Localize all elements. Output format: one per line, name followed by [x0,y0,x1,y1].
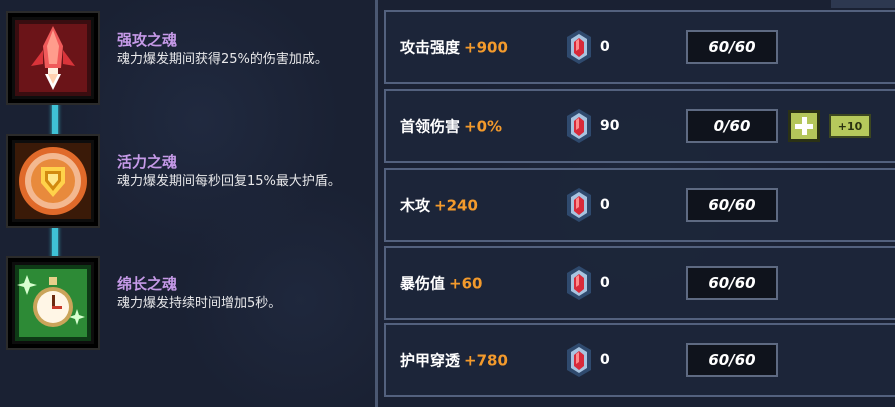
gem-count: 0 [600,197,610,213]
stopwatch-icon[interactable] [6,256,100,350]
stat-row-armor-penetration: 护甲穿透 +780 0 60/60 [384,323,895,397]
panel-divider [375,0,378,407]
stat-name: 护甲穿透 [400,351,461,370]
stat-bonus: +240 [434,196,478,215]
plus-icon [801,117,807,135]
stat-name: 首领伤害 [400,117,461,136]
stat-label: 木攻 +240 [400,195,478,216]
skill-title: 强攻之魂 [117,31,178,49]
skill-connector [52,224,58,262]
stat-row-boss-damage: 首领伤害 +0% 90 0/60 +10 [384,89,895,163]
stat-level: 60/60 [686,343,778,377]
stat-name: 暴伤值 [400,274,446,293]
skill-connector [52,100,58,140]
stat-upgrade-list: 攻击强度 +900 0 60/60 首领伤害 +0% 90 0/60 +10 木… [384,0,895,407]
stat-row-crit-damage: 暴伤值 +60 0 60/60 [384,246,895,320]
skill-title: 绵长之魂 [117,275,178,293]
stat-level: 60/60 [686,30,778,64]
stat-label: 暴伤值 +60 [400,273,482,294]
upgrade-plus-button[interactable] [788,110,820,142]
shield-medallion-icon[interactable] [6,134,100,228]
stat-label: 首领伤害 +0% [400,116,502,137]
stat-level: 0/60 [686,109,778,143]
gem-count: 90 [600,118,620,134]
stat-name: 攻击强度 [400,38,461,57]
skill-description: 魂力爆发期间每秒回复15%最大护盾。 [117,174,341,189]
stat-level: 60/60 [686,266,778,300]
skill-description: 魂力爆发期间获得25%的伤害加成。 [117,52,328,67]
soul-gem-icon [567,109,591,143]
gem-count: 0 [600,39,610,55]
stat-bonus: +900 [464,38,508,57]
stat-row-attack: 攻击强度 +900 0 60/60 [384,10,895,84]
skill-title: 活力之魂 [117,153,178,171]
gem-count: 0 [600,275,610,291]
soul-gem-icon [567,30,591,64]
skill-description: 魂力爆发持续时间增加5秒。 [117,296,282,311]
stat-level: 60/60 [686,188,778,222]
red-rocket-icon[interactable] [6,11,100,105]
soul-gem-icon [567,266,591,300]
stat-name: 木攻 [400,196,431,215]
stat-bonus: +60 [449,274,483,293]
stat-row-wood-attack: 木攻 +240 0 60/60 [384,168,895,242]
gem-count: 0 [600,352,610,368]
stat-label: 攻击强度 +900 [400,37,508,58]
stat-bonus: +0% [464,117,503,136]
upgrade-plus10-button[interactable]: +10 [829,114,871,138]
soul-skills-panel: 强攻之魂 魂力爆发期间获得25%的伤害加成。 活力之魂 魂力爆发期间每秒回复15… [0,0,372,407]
stat-label: 护甲穿透 +780 [400,350,508,371]
soul-gem-icon [567,188,591,222]
soul-gem-icon [567,343,591,377]
stat-bonus: +780 [464,351,508,370]
